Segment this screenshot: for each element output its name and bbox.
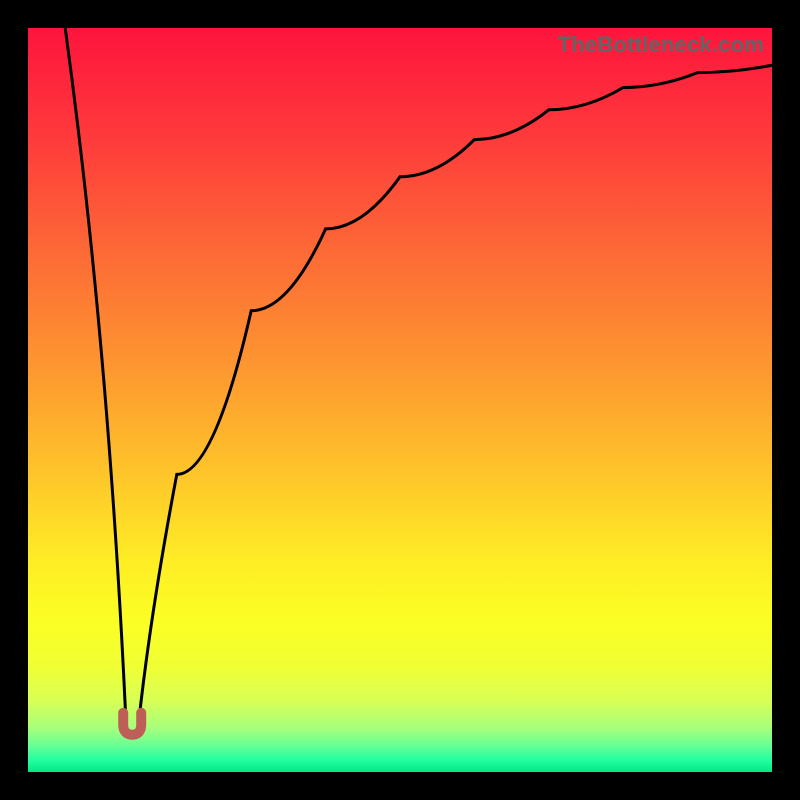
chart-frame: TheBottleneck.com	[0, 0, 800, 800]
chart-plot-area: TheBottleneck.com	[28, 28, 772, 772]
chart-svg	[28, 28, 772, 772]
attribution-label: TheBottleneck.com	[558, 32, 764, 58]
chart-background	[28, 28, 772, 772]
